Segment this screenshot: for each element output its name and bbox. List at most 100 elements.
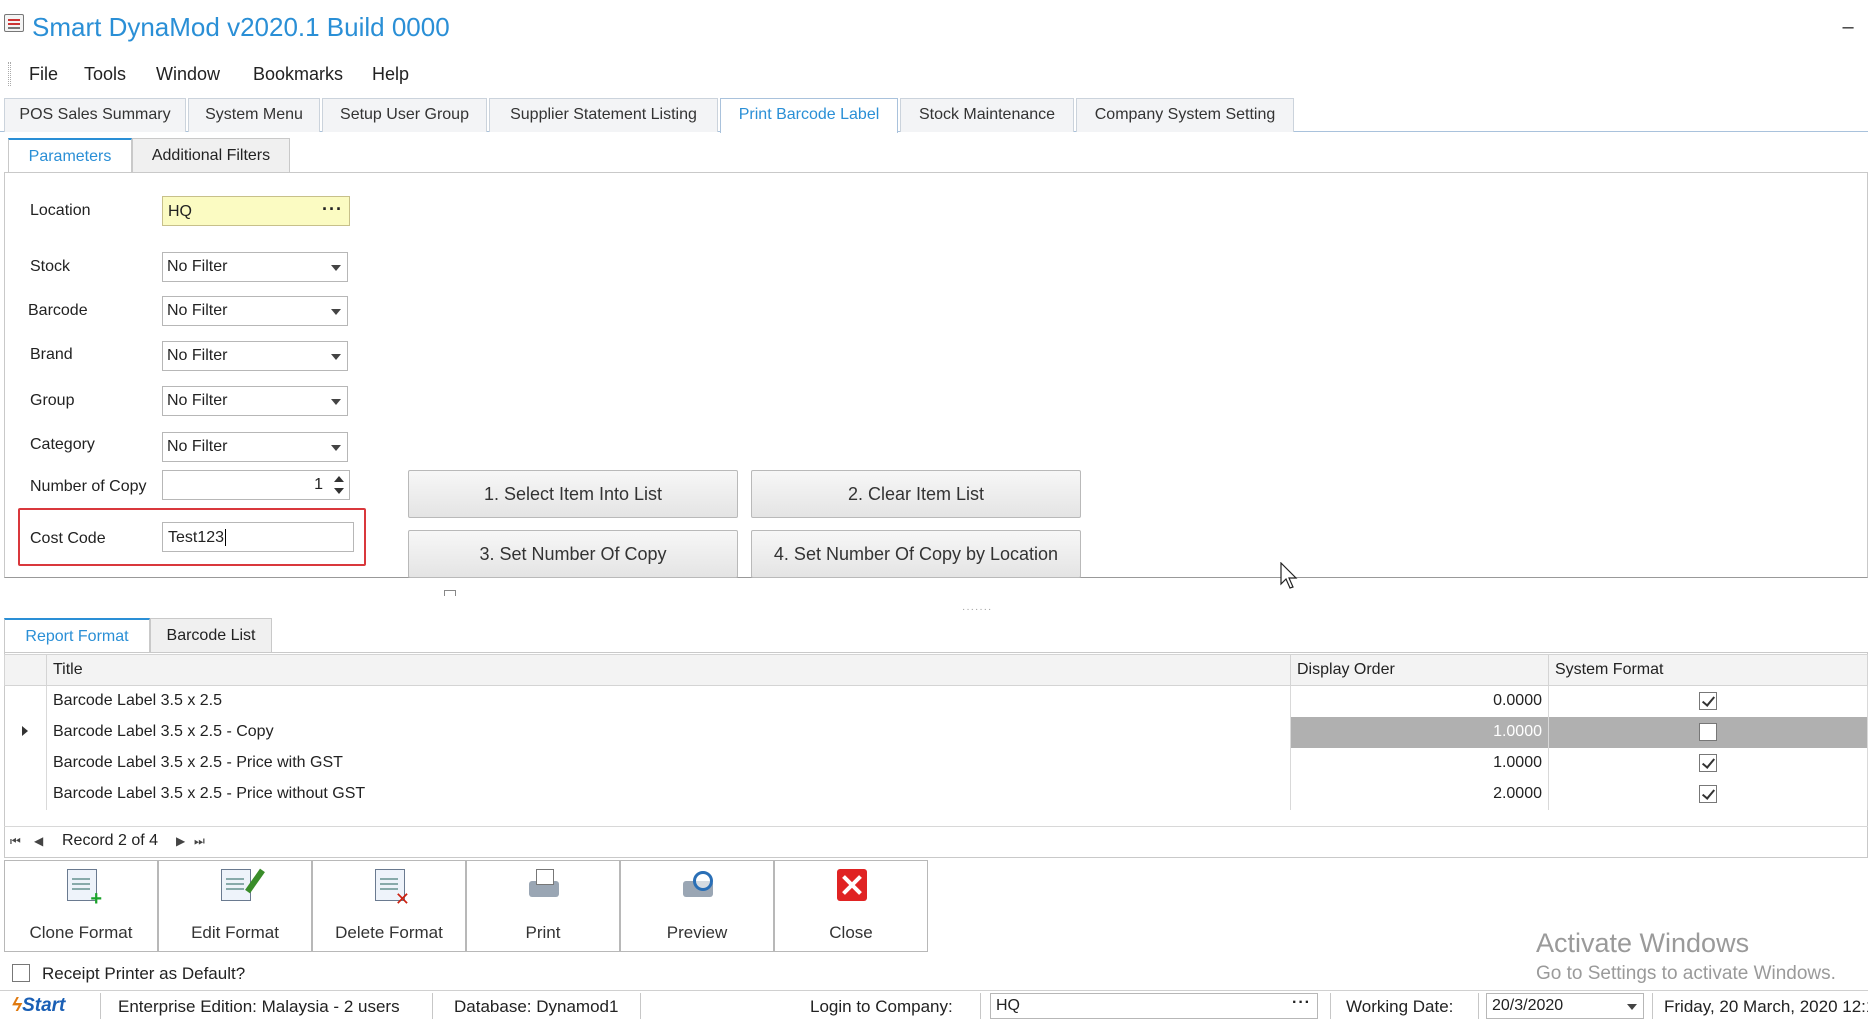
cell-title[interactable]: Barcode Label 3.5 x 2.5 - Price without … [46,778,1291,810]
login-company-label: Login to Company: [810,997,953,1016]
tab-print-barcode-label[interactable]: Print Barcode Label [720,98,898,133]
row-indicator[interactable] [4,716,47,748]
cell-display-order[interactable]: 2.0000 [1290,778,1549,810]
select-item-into-list-button[interactable]: 1. Select Item Into List [408,470,738,518]
number-of-copy-stepper[interactable]: 1 [162,470,350,500]
edit-format-button[interactable]: Edit Format [158,860,312,952]
menu-help[interactable]: Help [372,64,409,85]
column-header-display-order[interactable]: Display Order [1290,654,1549,686]
current-datetime: Friday, 20 March, 2020 12:15:46 [1664,997,1868,1016]
cell-title[interactable]: Barcode Label 3.5 x 2.5 - Price with GST [46,747,1291,779]
close-button[interactable]: Close [774,860,928,952]
tab-system-menu[interactable]: System Menu [188,98,320,132]
cell-system-format[interactable] [1548,716,1868,748]
tab-parameters[interactable]: Parameters [8,138,132,172]
company-ellipsis-button[interactable]: ··· [1292,994,1311,1012]
menu-window[interactable]: Window [156,64,220,85]
cell-display-order[interactable]: 1.0000 [1290,747,1549,779]
print-button[interactable]: Print [466,860,620,952]
last-record-icon[interactable]: ⏭ [194,834,205,849]
menu-bar: File Tools Window Bookmarks Help [0,54,1868,94]
tab-pos-sales-summary[interactable]: POS Sales Summary [4,98,186,132]
cell-system-format[interactable] [1548,778,1868,810]
table-row[interactable]: Barcode Label 3.5 x 2.5 0.0000 [4,685,1868,717]
row-indicator[interactable] [4,747,47,779]
clone-format-button[interactable]: + Clone Format [4,860,158,952]
column-header-title[interactable]: Title [46,654,1291,686]
spin-buttons[interactable] [332,473,346,497]
barcode-filter-value: No Filter [167,302,228,319]
set-number-of-copy-by-location-button[interactable]: 4. Set Number Of Copy by Location [751,530,1081,578]
brand-label: Brand [30,346,73,363]
cell-display-order[interactable]: 0.0000 [1290,685,1549,717]
tab-setup-user-group[interactable]: Setup User Group [322,98,487,132]
row-indicator[interactable] [4,685,47,717]
stock-filter-value: No Filter [167,258,228,275]
activate-windows-title: Activate Windows [1536,928,1750,958]
set-number-of-copy-button[interactable]: 3. Set Number Of Copy [408,530,738,578]
table-row[interactable]: Barcode Label 3.5 x 2.5 - Price without … [4,778,1868,810]
app-icon [4,14,24,32]
group-filter-select[interactable]: No Filter [162,386,348,416]
row-indicator[interactable] [4,778,47,810]
row-indicator-header [4,654,47,686]
login-company-field[interactable]: HQ ··· [990,993,1318,1019]
tab-report-format[interactable]: Report Format [4,618,150,652]
record-navigator: ⏮ ◀ Record 2 of 4 ▶ ⏭ [4,826,1868,856]
print-label: Print [525,923,561,942]
tab-additional-filters[interactable]: Additional Filters [132,138,290,172]
partially-hidden-checkbox[interactable] [444,590,456,596]
cell-title[interactable]: Barcode Label 3.5 x 2.5 - Copy [46,716,1291,748]
cell-system-format[interactable] [1548,685,1868,717]
table-row[interactable]: Barcode Label 3.5 x 2.5 - Copy 1.0000 [4,716,1868,748]
cost-code-input[interactable]: Test123 [162,522,354,552]
system-format-checkbox[interactable] [1698,753,1717,772]
status-separator [1652,993,1653,1019]
first-record-icon[interactable]: ⏮ [10,834,21,849]
next-record-icon[interactable]: ▶ [176,834,185,848]
system-format-checkbox[interactable] [1698,692,1717,711]
minimize-button[interactable]: – [1828,16,1868,39]
document-tabs: POS Sales Summary System Menu Setup User… [0,98,1868,133]
splitter-grip-icon[interactable]: ······· [962,604,992,615]
system-format-checkbox[interactable] [1698,784,1717,803]
category-filter-select[interactable]: No Filter [162,432,348,462]
menu-bookmarks[interactable]: Bookmarks [253,64,343,85]
menu-grip-icon[interactable] [8,62,11,86]
login-company-value: HQ [996,997,1020,1014]
cell-display-order[interactable]: 1.0000 [1290,716,1549,748]
spin-down-icon[interactable] [334,488,344,494]
record-label: Record 2 of 4 [62,832,159,849]
preview-button[interactable]: Preview [620,860,774,952]
spin-up-icon[interactable] [334,476,344,482]
working-date-select[interactable]: 20/3/2020 [1486,993,1644,1019]
cell-title[interactable]: Barcode Label 3.5 x 2.5 [46,685,1291,717]
location-ellipsis-button[interactable]: ··· [322,199,343,220]
chevron-down-icon [331,354,341,360]
tab-supplier-statement-listing[interactable]: Supplier Statement Listing [489,98,718,132]
location-label: Location [30,202,91,219]
menu-tools[interactable]: Tools [84,64,126,85]
cell-system-format[interactable] [1548,747,1868,779]
receipt-printer-default-checkbox[interactable] [12,964,30,982]
system-format-checkbox[interactable] [1698,722,1717,741]
database-text: Database: Dynamod1 [454,997,619,1016]
tab-barcode-list[interactable]: Barcode List [150,618,272,652]
stock-filter-select[interactable]: No Filter [162,252,348,282]
delete-format-button[interactable]: ✕ Delete Format [312,860,466,952]
brand-filter-value: No Filter [167,347,228,364]
barcode-filter-select[interactable]: No Filter [162,296,348,326]
location-field[interactable]: HQ ··· [162,196,350,226]
menu-file[interactable]: File [29,64,58,85]
number-of-copy-value: 1 [314,476,323,493]
preview-icon [683,869,713,901]
tab-stock-maintenance[interactable]: Stock Maintenance [900,98,1074,132]
edit-format-label: Edit Format [191,923,279,942]
clear-item-list-button[interactable]: 2. Clear Item List [751,470,1081,518]
column-header-system-format[interactable]: System Format [1548,654,1868,686]
tab-company-system-setting[interactable]: Company System Setting [1076,98,1294,132]
brand-filter-select[interactable]: No Filter [162,341,348,371]
table-row[interactable]: Barcode Label 3.5 x 2.5 - Price with GST… [4,747,1868,779]
receipt-printer-default-label[interactable]: Receipt Printer as Default? [42,964,245,984]
previous-record-icon[interactable]: ◀ [34,834,43,848]
